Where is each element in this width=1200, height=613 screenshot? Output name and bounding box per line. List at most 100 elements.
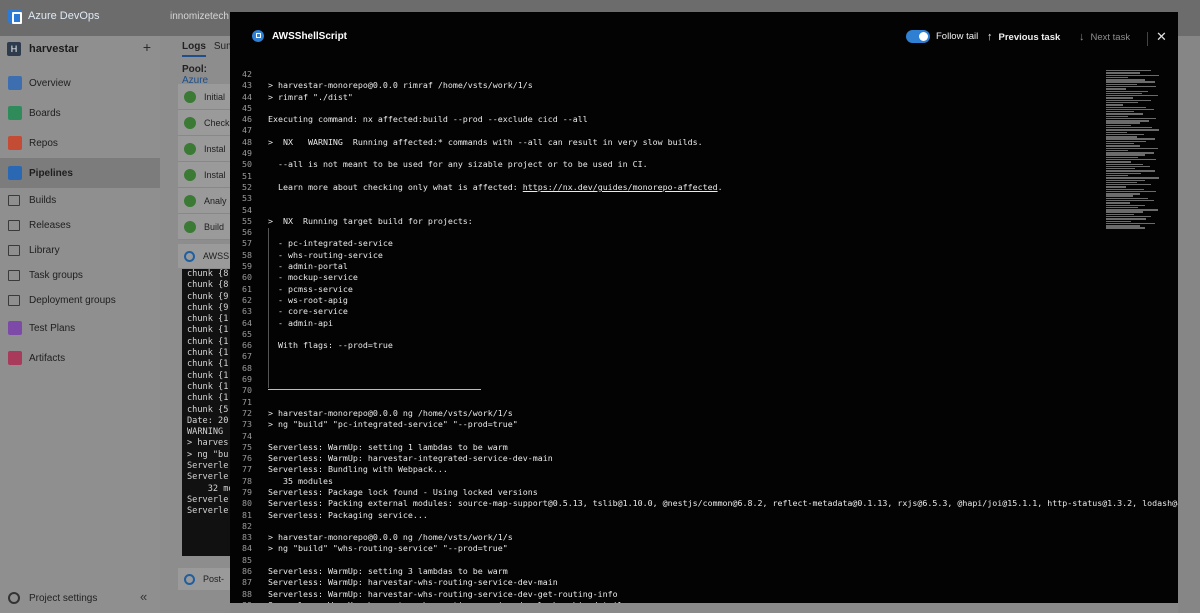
minimap-line	[1106, 120, 1150, 122]
terminal-line: chunk {1	[187, 370, 229, 381]
line-number: 57	[242, 238, 252, 249]
line-content: Serverless: WarmUp: harvestar-whs-routin…	[268, 588, 618, 599]
sidebar-item-task-groups[interactable]: Task groups	[0, 263, 160, 288]
azure-devops-home-link[interactable]: Azure DevOps	[8, 9, 100, 24]
brand-name: Azure DevOps	[28, 10, 100, 22]
gear-icon	[8, 592, 20, 604]
sidebar-item-label: Pipelines	[29, 167, 73, 179]
overview-icon	[8, 76, 22, 90]
terminal-line: WARNING	[187, 427, 224, 438]
terminal-line: chunk {8	[187, 280, 229, 291]
minimap-line	[1106, 76, 1129, 79]
line-text: Serverless: WarmUp: harvestar-whs-routin…	[252, 600, 628, 603]
log-line: 57 - pc-integrated-service	[230, 238, 1100, 249]
log-line: 79 Serverless: Package lock found - Using…	[230, 487, 1100, 498]
line-content: > harvestar-monorepo@0.0.0 ng /home/vsts…	[268, 532, 513, 543]
minimap-line	[1106, 81, 1156, 83]
terminal-line: chunk {1	[187, 325, 229, 336]
minimap-line	[1106, 143, 1134, 145]
line-number: 42	[242, 69, 252, 79]
line-content: - admin-api	[268, 317, 333, 328]
terminal-line: chunk {1	[187, 393, 229, 404]
log-line: 77 Serverless: Bundling with Webpack...	[230, 464, 1100, 475]
add-icon[interactable]: +	[143, 39, 151, 55]
line-text: > harvestar-monorepo@0.0.0 rimraf /home/…	[252, 80, 533, 91]
sidebar-item-boards[interactable]: Boards	[0, 98, 160, 128]
line-text	[252, 351, 268, 362]
minimap-line	[1106, 209, 1158, 211]
project-selector[interactable]: H harvestar +	[7, 39, 157, 59]
minimap-line	[1106, 216, 1151, 218]
collapse-sidebar-icon[interactable]: «	[140, 589, 147, 604]
log-minimap[interactable]	[1106, 70, 1162, 255]
log-link[interactable]: https://nx.dev/guides/monorepo-affected	[523, 182, 718, 192]
task-title-text: AWSShellScript	[272, 30, 348, 42]
project-settings-link[interactable]: Project settings	[8, 592, 97, 604]
line-number: 65	[242, 328, 252, 339]
sidebar-item-label: Test Plans	[29, 322, 76, 334]
previous-task-button[interactable]: ↑ Previous task	[987, 31, 1060, 43]
success-check-icon	[184, 168, 196, 181]
terminal-line: chunk {1	[187, 359, 229, 370]
sidebar-item-builds[interactable]: Builds	[0, 188, 160, 213]
sidebar-item-deployment-groups[interactable]: Deployment groups	[0, 288, 160, 313]
log-line: 51	[230, 171, 1100, 182]
terminal-line: chunk {5	[187, 404, 229, 415]
minimap-line	[1106, 158, 1157, 161]
log-group-divider	[268, 389, 481, 390]
minimap-line	[1106, 184, 1151, 186]
sidebar-item-label: Repos	[29, 137, 58, 149]
step-row[interactable]: Analy	[178, 188, 230, 214]
step-label: Build	[204, 221, 225, 232]
line-number: 48	[242, 136, 252, 147]
next-task-button[interactable]: ↓ Next task	[1079, 31, 1130, 43]
artifacts-icon	[8, 351, 22, 365]
sidebar-item-repos[interactable]: Repos	[0, 128, 160, 158]
line-number: 52	[242, 181, 252, 192]
line-number: 67	[242, 351, 252, 362]
log-line: 55 > NX Running target build for projects…	[230, 216, 1100, 227]
terminal-line: chunk {1	[187, 314, 229, 325]
step-row[interactable]: Build	[178, 214, 230, 240]
line-number: 43	[242, 80, 252, 91]
sidebar-item-overview[interactable]: Overview	[0, 68, 160, 98]
step-row[interactable]: Check	[178, 110, 230, 136]
line-content: Serverless: Bundling with Webpack...	[268, 464, 448, 475]
minimap-line	[1106, 204, 1146, 206]
close-icon[interactable]: ✕	[1156, 29, 1167, 45]
tab-logs[interactable]: Logs	[182, 41, 206, 57]
line-content: > NX Running target build for projects:	[268, 215, 473, 226]
line-content: Serverless: Packing external modules: so…	[268, 498, 1178, 509]
minimap-line	[1106, 145, 1140, 147]
line-text	[252, 69, 268, 80]
line-number: 88	[242, 588, 252, 599]
sidebar-item-releases[interactable]: Releases	[0, 213, 160, 238]
sidebar-item-pipelines[interactable]: Pipelines	[0, 158, 160, 188]
minimap-line	[1106, 190, 1157, 193]
sidebar-item-test-plans[interactable]: Test Plans	[0, 313, 160, 343]
step-row-post[interactable]: Post-	[178, 568, 230, 590]
toggle-switch-icon[interactable]	[906, 30, 930, 43]
terminal-line: chunk {9	[187, 302, 229, 313]
log-line: 62 - ws-root-apig	[230, 295, 1100, 306]
step-row[interactable]: Initial	[178, 84, 230, 110]
step-row-awss[interactable]: AWSS	[178, 244, 230, 268]
line-text	[252, 397, 268, 408]
line-number: 73	[242, 419, 252, 430]
sidebar-item-label: Releases	[29, 220, 71, 231]
log-line: 67	[230, 351, 1100, 362]
step-row[interactable]: Instal	[178, 162, 230, 188]
pool-label: Pool:	[182, 64, 207, 75]
log-line: 75 Serverless: WarmUp: setting 1 lambdas …	[230, 442, 1100, 453]
step-row[interactable]: Instal	[178, 136, 230, 162]
minimap-line	[1106, 99, 1151, 102]
minimap-line	[1106, 154, 1146, 156]
log-line: 81 Serverless: Packaging service...	[230, 510, 1100, 521]
minimap-line	[1106, 117, 1157, 120]
minimap-line	[1106, 206, 1139, 209]
organization-name[interactable]: innomizetech	[170, 11, 229, 22]
follow-tail-toggle[interactable]: Follow tail	[906, 30, 978, 43]
sidebar-item-artifacts[interactable]: Artifacts	[0, 343, 160, 373]
line-text: Executing command: nx affected:build --p…	[252, 114, 588, 125]
sidebar-item-library[interactable]: Library	[0, 238, 160, 263]
